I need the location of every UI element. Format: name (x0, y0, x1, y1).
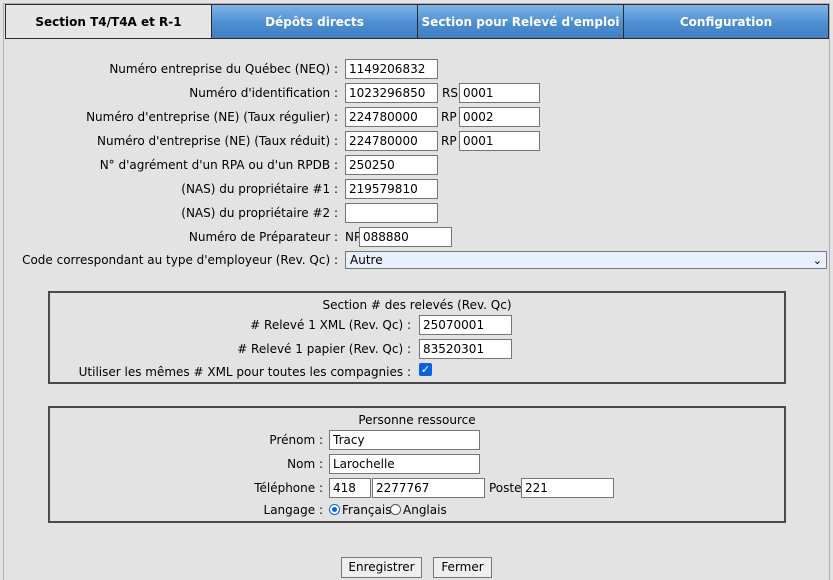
releves-title: Section # des relevés (Rev. Qc) (322, 298, 512, 312)
paper-label: # Relevé 1 papier (Rev. Qc) : (237, 342, 411, 356)
employer-type-label: Code correspondant au type d'employeur (… (22, 253, 338, 267)
nas1-input[interactable] (345, 179, 438, 199)
nas2-label: (NAS) du propriétaire #2 : (181, 206, 338, 220)
extension-input[interactable] (521, 478, 614, 498)
neq-input[interactable] (345, 59, 438, 79)
chevron-down-icon: ⌄ (812, 254, 822, 267)
first-name-label: Prénom : (269, 433, 323, 447)
phone-label: Téléphone : (254, 481, 323, 495)
close-button[interactable]: Fermer (433, 557, 492, 578)
paper-input[interactable] (419, 339, 512, 359)
contact-title: Personne ressource (358, 413, 476, 427)
xml-input[interactable] (419, 315, 512, 335)
language-english-radio[interactable] (390, 504, 401, 515)
rpa-label: N° d'agrément d'un RPA ou d'un RPDB : (99, 158, 338, 172)
last-name-label: Nom : (287, 457, 323, 471)
extension-label: Poste (489, 481, 522, 495)
tab-roe-section[interactable]: Section pour Relevé d'emploi (418, 5, 624, 38)
save-button[interactable]: Enregistrer (341, 557, 422, 578)
neq-label: Numéro entreprise du Québec (NEQ) : (109, 62, 338, 76)
ne-regular-label: Numéro d'entreprise (NE) (Taux régulier)… (86, 110, 338, 124)
nas2-input[interactable] (345, 203, 438, 223)
tab-bar: Section T4/T4A et R-1 Dépôts directs Sec… (5, 4, 829, 39)
ne-reduced-label: Numéro d'entreprise (NE) (Taux réduit) : (97, 134, 338, 148)
same-xml-label: Utiliser les mêmes # XML pour toutes les… (78, 365, 411, 379)
id-input[interactable] (345, 83, 438, 103)
id-label: Numéro d'identification : (189, 86, 338, 100)
rp-regular-label: RP (441, 110, 457, 124)
rp-reduced-input[interactable] (459, 131, 540, 151)
language-english-label[interactable]: Anglais (403, 500, 447, 520)
last-name-input[interactable] (329, 454, 480, 474)
language-french-label[interactable]: Français (342, 500, 391, 520)
preparer-input[interactable] (359, 227, 452, 247)
rs-label: RS (442, 86, 458, 100)
xml-label: # Relevé 1 XML (Rev. Qc) : (250, 318, 411, 332)
rs-input[interactable] (459, 83, 540, 103)
tab-configuration[interactable]: Configuration (624, 5, 828, 38)
tab-t4-r1[interactable]: Section T4/T4A et R-1 (6, 5, 212, 38)
same-xml-checkbox[interactable]: ✓ (419, 363, 432, 376)
tab-direct-deposits[interactable]: Dépôts directs (212, 5, 418, 38)
rp-regular-input[interactable] (459, 107, 540, 127)
rp-reduced-label: RP (441, 134, 457, 148)
first-name-input[interactable] (329, 430, 480, 450)
preparer-label: Numéro de Préparateur : (188, 230, 338, 244)
phone-number-input[interactable] (372, 478, 485, 498)
language-french-radio[interactable] (329, 504, 340, 515)
phone-area-input[interactable] (329, 478, 371, 498)
language-label: Langage : (263, 503, 323, 517)
nas1-label: (NAS) du propriétaire #1 : (181, 182, 338, 196)
employer-type-select[interactable]: Autre ⌄ (345, 251, 827, 269)
rpa-input[interactable] (345, 155, 438, 175)
ne-reduced-input[interactable] (345, 131, 438, 151)
employer-type-value: Autre (350, 253, 383, 267)
checkmark-icon: ✓ (420, 363, 431, 376)
ne-regular-input[interactable] (345, 107, 438, 127)
